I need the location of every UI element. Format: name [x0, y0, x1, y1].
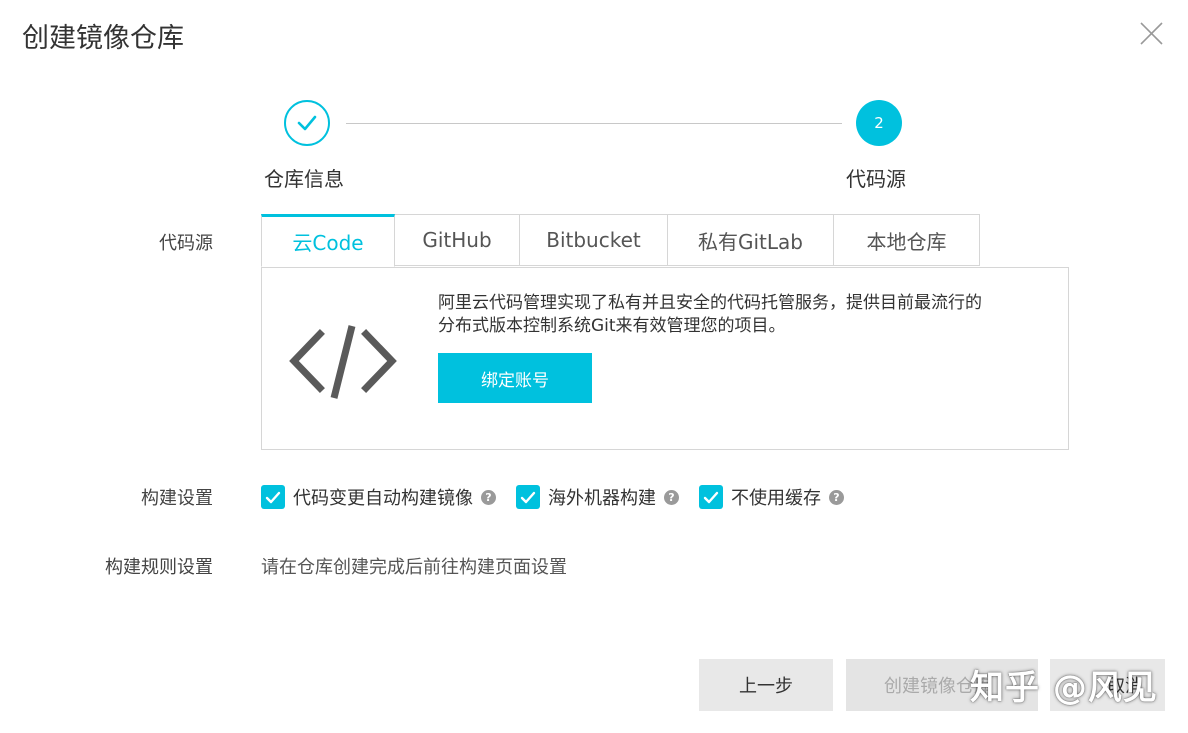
- checkbox-checked-icon[interactable]: [516, 485, 540, 509]
- auto-build-label: 代码变更自动构建镜像: [293, 488, 473, 509]
- question-icon[interactable]: ?: [664, 489, 679, 505]
- dialog-title: 创建镜像仓库: [22, 23, 184, 54]
- panel-description: 阿里云代码管理实现了私有并且安全的代码托管服务，提供目前最流行的 分布式版本控制…: [438, 292, 1058, 338]
- build-rules-text: 请在仓库创建完成后前往构建页面设置: [261, 557, 567, 578]
- step-2-label: 代码源: [846, 167, 906, 191]
- checkbox-checked-icon[interactable]: [261, 485, 285, 509]
- tab-bitbucket[interactable]: Bitbucket: [520, 214, 668, 266]
- code-icon: [286, 318, 398, 404]
- no-cache-label: 不使用缓存: [731, 488, 821, 509]
- source-tabs: 云Code GitHub Bitbucket 私有GitLab 本地仓库: [261, 214, 980, 267]
- step-1-label: 仓库信息: [264, 167, 344, 191]
- no-cache-checkbox[interactable]: 不使用缓存 ?: [699, 484, 844, 510]
- previous-step-button[interactable]: 上一步: [699, 659, 833, 711]
- question-icon[interactable]: ?: [481, 489, 496, 505]
- checkbox-checked-icon[interactable]: [699, 485, 723, 509]
- tab-github[interactable]: GitHub: [395, 214, 520, 266]
- tab-local-repo[interactable]: 本地仓库: [834, 214, 980, 266]
- step-2-indicator: 2: [856, 100, 902, 146]
- build-options: 代码变更自动构建镜像 ? 海外机器构建 ? 不使用缓存 ?: [261, 483, 864, 511]
- watermark: 知乎 @风见: [970, 668, 1158, 708]
- tab-yuncode[interactable]: 云Code: [261, 214, 395, 267]
- build-settings-label: 构建设置: [141, 488, 213, 509]
- overseas-build-checkbox[interactable]: 海外机器构建 ?: [516, 484, 679, 510]
- close-icon[interactable]: [1136, 18, 1166, 48]
- overseas-build-label: 海外机器构建: [548, 488, 656, 509]
- step-connector: [346, 123, 842, 124]
- step-1-check-icon: [284, 100, 330, 146]
- tab-private-gitlab[interactable]: 私有GitLab: [668, 214, 834, 266]
- question-icon[interactable]: ?: [829, 489, 844, 505]
- source-label: 代码源: [159, 233, 213, 254]
- panel-description-line-1: 阿里云代码管理实现了私有并且安全的代码托管服务，提供目前最流行的: [438, 293, 982, 313]
- auto-build-checkbox[interactable]: 代码变更自动构建镜像 ?: [261, 484, 496, 510]
- panel-description-line-2: 分布式版本控制系统Git来有效管理您的项目。: [438, 316, 786, 336]
- build-rules-label: 构建规则设置: [105, 557, 213, 578]
- bind-account-button[interactable]: 绑定账号: [438, 353, 592, 403]
